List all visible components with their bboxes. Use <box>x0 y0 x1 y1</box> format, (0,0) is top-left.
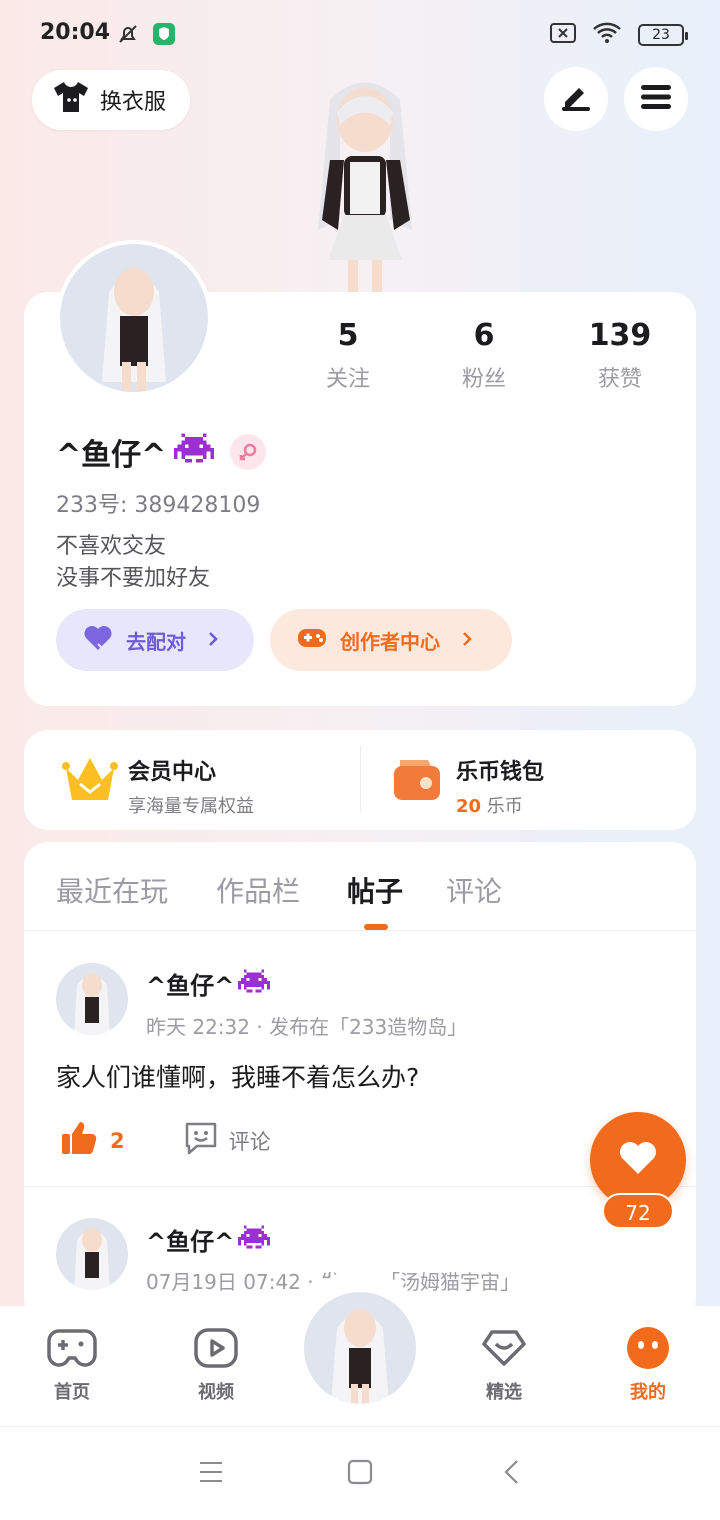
heart-gem-icon <box>454 1324 554 1372</box>
status-time: 20:04 <box>40 20 111 45</box>
wallet-amount: 20 <box>456 796 482 817</box>
vip-center-link[interactable]: 会员中心 享海量专属权益 <box>128 754 254 818</box>
user-face-icon <box>598 1324 698 1372</box>
wifi-icon <box>592 22 622 48</box>
likes-count: 139 <box>588 318 652 353</box>
post-author-name: ^鱼仔^ <box>146 1228 235 1256</box>
bio-line-2: 没事不要加好友 <box>56 566 211 591</box>
post-author[interactable]: ^鱼仔^ <box>146 1222 271 1257</box>
wallet-balance: 20 乐币 <box>456 792 544 818</box>
gamepad-icon <box>22 1324 122 1372</box>
menu-button[interactable] <box>624 67 688 131</box>
go-match-label: 去配对 <box>126 629 186 654</box>
status-right-icons: 23 <box>550 22 688 48</box>
creator-center-label: 创作者中心 <box>340 629 440 654</box>
space-invader-icon <box>238 1223 271 1257</box>
comment-button[interactable]: 评论 <box>183 1120 271 1161</box>
wallet-unit: 乐币 <box>486 796 523 817</box>
wallet-link[interactable]: 乐币钱包 20 乐币 <box>456 754 544 818</box>
space-invader-icon <box>174 431 215 473</box>
vip-center-subtitle: 享海量专属权益 <box>128 796 254 817</box>
tab-works[interactable]: 作品栏 <box>216 870 300 910</box>
stat-fans[interactable]: 6 粉丝 <box>424 318 544 393</box>
tab-posts[interactable]: 帖子 <box>347 870 403 910</box>
stat-likes[interactable]: 139 获赞 <box>560 318 680 393</box>
chevron-right-icon <box>208 628 218 652</box>
status-left-icons <box>116 22 176 50</box>
bio-line-1: 不喜欢交友 <box>56 534 167 559</box>
go-match-button[interactable]: 去配对 <box>56 609 254 671</box>
divider <box>360 746 361 812</box>
tshirt-icon <box>52 80 90 120</box>
nav-video-label: 视频 <box>198 1382 234 1403</box>
divider <box>24 930 696 931</box>
menu-icon <box>640 83 672 115</box>
video-play-icon <box>166 1324 266 1372</box>
comment-face-icon <box>183 1120 219 1161</box>
following-label: 关注 <box>325 367 370 392</box>
female-gender-icon <box>230 434 267 470</box>
post-author[interactable]: ^鱼仔^ <box>146 966 271 1001</box>
crown-icon <box>62 754 118 808</box>
creator-center-button[interactable]: 创作者中心 <box>270 609 512 671</box>
vip-center-title: 会员中心 <box>128 760 217 785</box>
battery-icon: 23 <box>638 24 688 46</box>
nav-item-featured[interactable]: 精选 <box>454 1324 554 1404</box>
bell-off-icon <box>116 22 140 50</box>
nav-mine-label: 我的 <box>630 1382 666 1403</box>
comment-label: 评论 <box>228 1129 271 1154</box>
bio: 不喜欢交友 没事不要加好友 <box>56 531 210 595</box>
nav-item-video[interactable]: 视频 <box>166 1324 266 1404</box>
change-outfit-label: 换衣服 <box>100 90 167 115</box>
tab-recent-played[interactable]: 最近在玩 <box>56 870 168 910</box>
nav-item-home[interactable]: 首页 <box>22 1324 122 1404</box>
sim-off-icon <box>550 23 576 47</box>
heart-icon <box>618 1140 658 1180</box>
username-row: ^鱼仔^ <box>56 430 267 474</box>
fans-label: 粉丝 <box>461 367 506 392</box>
chevron-right-icon <box>462 628 472 652</box>
recent-apps-icon[interactable] <box>198 1461 224 1487</box>
post-author-name: ^鱼仔^ <box>146 972 235 1000</box>
wallet-icon <box>392 756 442 806</box>
edit-profile-button[interactable] <box>544 67 608 131</box>
fans-count: 6 <box>473 318 495 353</box>
post-meta: 昨天 22:32 · 发布在「233造物岛」 <box>146 1015 468 1039</box>
tab-comments[interactable]: 评论 <box>446 870 502 910</box>
change-outfit-button[interactable]: 换衣服 <box>32 70 191 130</box>
like-count: 2 <box>110 1128 125 1153</box>
profile-avatar[interactable] <box>56 240 212 396</box>
nav-home-label: 首页 <box>54 1382 90 1403</box>
gamepad-icon <box>296 625 328 656</box>
nav-featured-label: 精选 <box>486 1382 522 1403</box>
user-id: 233号: 389428109 <box>56 493 261 518</box>
floating-heart-count: 72 <box>602 1193 674 1229</box>
divider <box>24 1186 696 1187</box>
following-count: 5 <box>337 318 359 353</box>
home-icon[interactable] <box>347 1459 373 1489</box>
stat-following[interactable]: 5 关注 <box>288 318 408 393</box>
like-button[interactable]: 2 <box>60 1120 125 1161</box>
nav-center-avatar[interactable] <box>304 1292 416 1404</box>
post-text[interactable]: 家人们谁懂啊，我睡不着怎么办? <box>56 1058 419 1094</box>
wallet-title: 乐币钱包 <box>456 760 545 785</box>
username: ^鱼仔^ <box>56 438 167 473</box>
space-invader-icon <box>238 967 271 1001</box>
avatar-character-3d[interactable] <box>270 70 460 295</box>
nav-item-mine[interactable]: 我的 <box>598 1324 698 1404</box>
post-author-avatar[interactable] <box>56 1218 128 1290</box>
back-icon[interactable] <box>502 1459 520 1489</box>
thumbs-up-icon <box>60 1120 98 1161</box>
edit-icon <box>559 82 593 116</box>
heart-icon <box>82 624 114 657</box>
post-actions: 2 评论 <box>60 1120 271 1161</box>
post-author-avatar[interactable] <box>56 963 128 1035</box>
shield-app-icon <box>152 22 176 50</box>
likes-label: 获赞 <box>597 367 642 392</box>
